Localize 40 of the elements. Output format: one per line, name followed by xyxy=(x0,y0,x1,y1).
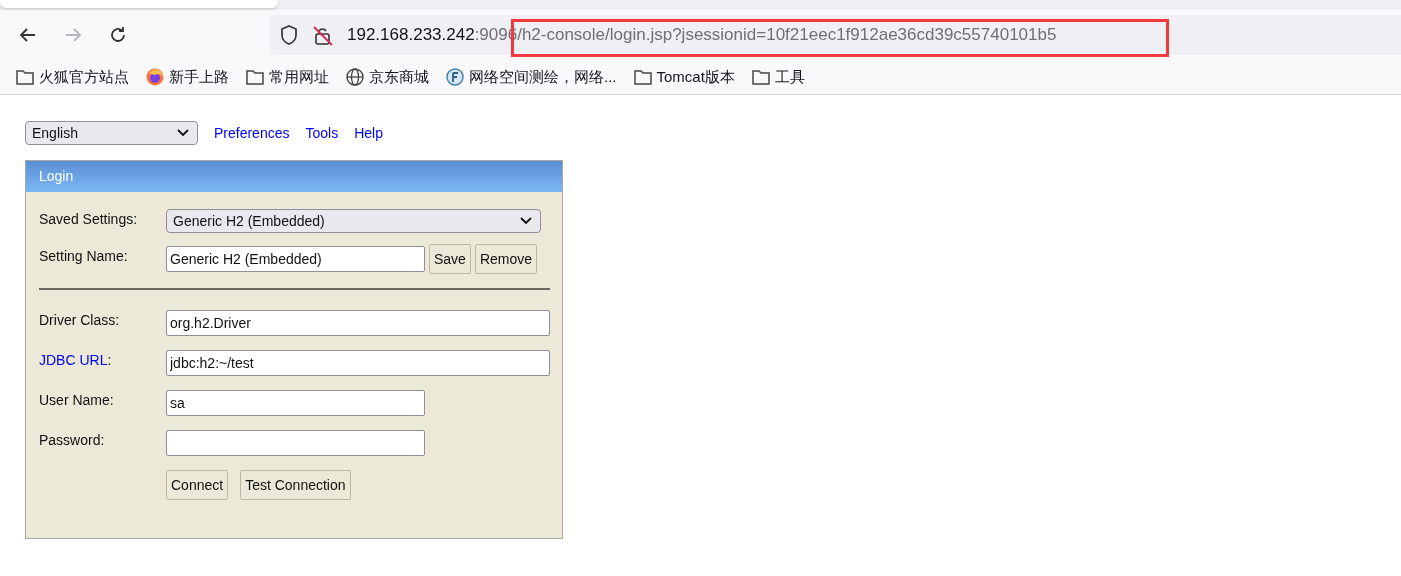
circle-f-icon xyxy=(445,67,465,87)
firefox-icon xyxy=(145,67,165,87)
button[interactable]: Connect xyxy=(166,470,229,500)
menu-link[interactable]: Preferences xyxy=(214,125,290,141)
bookmark-link[interactable]: 火狐官方站点 xyxy=(15,67,129,87)
field-label: User Name: xyxy=(39,392,114,408)
shield-icon xyxy=(279,24,299,46)
text-field[interactable]: jdbc:h2:~/test xyxy=(166,350,550,376)
field-label: Password: xyxy=(39,432,105,448)
button[interactable]: Test Connection xyxy=(240,470,351,500)
colon-text: : xyxy=(107,352,112,368)
text-field[interactable]: sa xyxy=(166,390,425,416)
menu-link[interactable]: Tools xyxy=(305,125,339,141)
bookmark-link[interactable]: 工具 xyxy=(750,67,805,87)
field-label: Driver Class: xyxy=(39,312,120,328)
folder-icon xyxy=(245,67,265,87)
bookmark-link[interactable]: 网络空间测绘，网络... xyxy=(445,67,617,87)
button[interactable]: Remove xyxy=(474,244,538,274)
field-label: Saved Settings: xyxy=(39,211,138,227)
folder-icon xyxy=(15,67,35,87)
button[interactable]: Save xyxy=(429,244,471,274)
chevron-down-icon xyxy=(177,129,189,137)
bookmark-link[interactable]: 京东商城 xyxy=(345,67,429,87)
bookmark-link[interactable]: 常用网址 xyxy=(245,67,329,87)
globe-icon xyxy=(345,67,365,87)
menu-link[interactable]: Help xyxy=(354,125,383,141)
lock-icon xyxy=(312,24,334,46)
setting-name-field[interactable]: Generic H2 (Embedded) xyxy=(166,246,425,272)
text-field[interactable]: org.h2.Driver xyxy=(166,310,550,336)
chevron-down-icon xyxy=(520,217,532,225)
password-field[interactable] xyxy=(166,430,425,456)
panel-header: Login xyxy=(26,161,562,192)
folder-icon xyxy=(750,67,771,87)
language-select[interactable]: English xyxy=(25,121,198,145)
bookmark-link[interactable]: 新手上路 xyxy=(145,67,229,87)
field-label: Setting Name: xyxy=(39,248,128,264)
reload-icon xyxy=(108,25,128,45)
folder-icon xyxy=(632,67,653,87)
bookmark-link[interactable]: Tomcat版本 xyxy=(632,67,735,87)
settings-select[interactable]: Generic H2 (Embedded) xyxy=(166,209,541,233)
